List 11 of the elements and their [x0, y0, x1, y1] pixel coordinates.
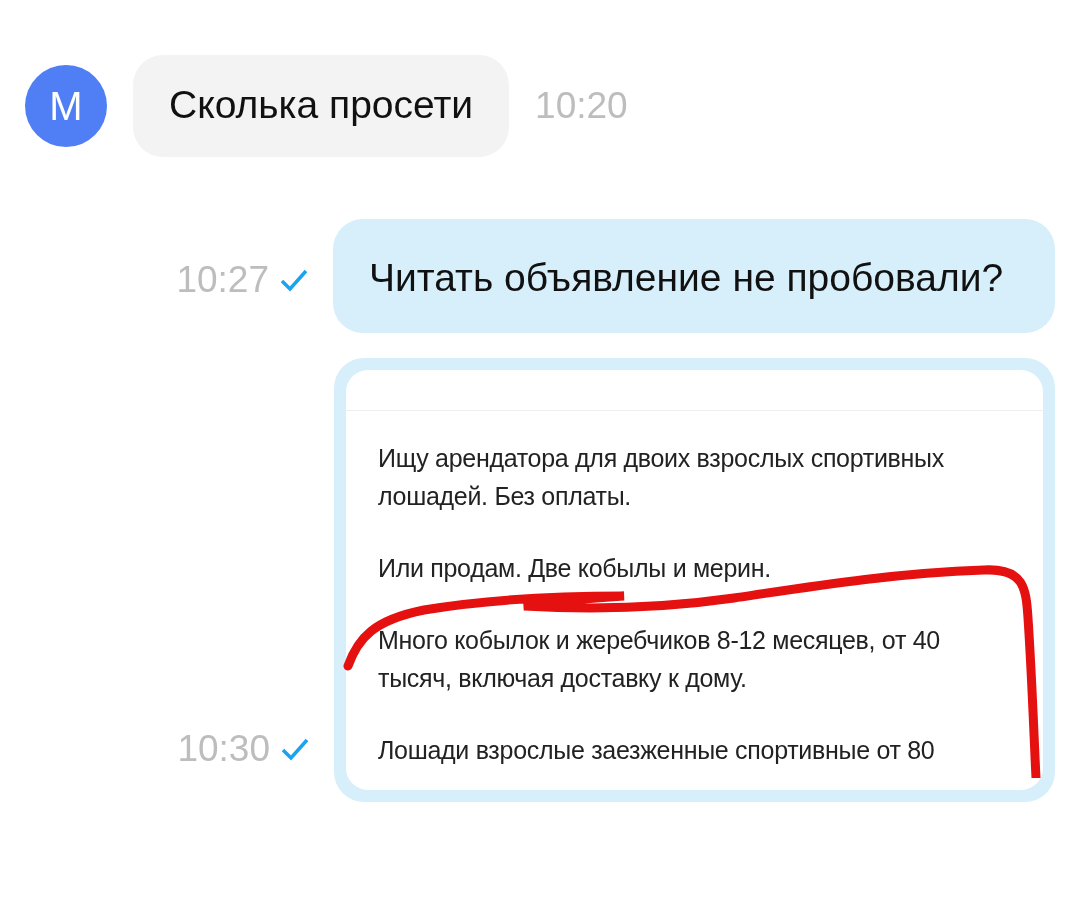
- ad-paragraph: Много кобылок и жеребчиков 8-12 месяцев, от 40 тысяч, включая доставку к дому.: [378, 625, 941, 695]
- message-time: 10:27: [176, 259, 269, 302]
- message-bubble: Сколька просети: [133, 55, 510, 157]
- message-bubble: Читать объявление не пробовали?: [333, 219, 1055, 334]
- ad-paragraph: Или продам. Две кобылы и мерин.: [378, 553, 772, 585]
- ad-paragraph: Лошади взрослые заезженные спортивные от 80: [378, 735, 936, 767]
- message-time: 10:30: [177, 728, 270, 771]
- image-attachment[interactable]: [334, 358, 1055, 803]
- message-time: 10:20: [535, 85, 628, 127]
- avatar[interactable]: M: [25, 65, 107, 147]
- ad-paragraph: Ищу арендатора для двоих взрослых спортивных лошадей. Без оплаты.: [378, 443, 945, 513]
